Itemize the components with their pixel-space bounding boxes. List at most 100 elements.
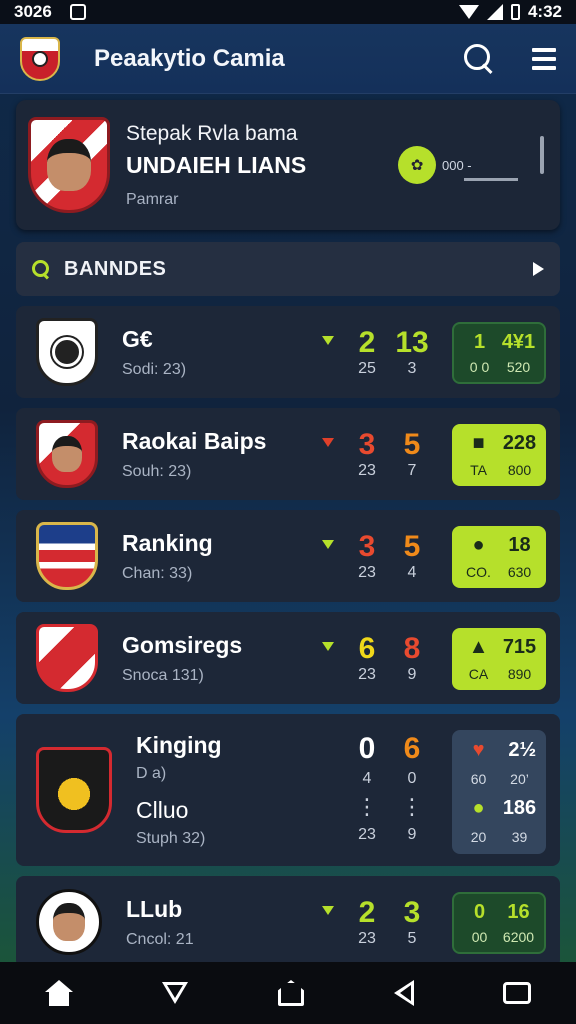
team-subtitle: Snoca 131): [122, 666, 204, 684]
score-a: 0: [358, 732, 376, 765]
sub-score-a: 25: [358, 360, 376, 377]
profile-scroll-indicator: [540, 136, 544, 174]
sub-score-a: 23: [358, 666, 376, 683]
banners-label: BANNDES: [64, 257, 167, 280]
mid-score-a: 4: [362, 770, 372, 787]
sub-score-a: 23: [358, 462, 376, 479]
profile-card[interactable]: Stepak Rvla bama UNDAIEH LIANS Pamrar ✿ …: [16, 100, 560, 230]
team-row[interactable]: G€ Sodi: 23) 2 13 25 3 1 4¥1 0 0 520: [16, 306, 560, 398]
stat-value: 0: [473, 900, 486, 923]
chevron-right-icon[interactable]: [533, 262, 544, 276]
stat-label: CO.: [466, 564, 491, 581]
notification-icon: [69, 4, 86, 20]
stat-value: 4¥1: [501, 330, 536, 353]
score-b: 5: [403, 428, 421, 461]
team-name: LLub: [126, 895, 183, 922]
ball-badge-icon[interactable]: ✿: [398, 146, 436, 184]
stat-label: 630: [507, 564, 532, 581]
battery-icon: [510, 4, 520, 20]
team-crest-icon: [36, 624, 98, 692]
profile-badge-text: 000 -: [442, 157, 472, 173]
team-name-secondary: Clluo: [136, 797, 189, 823]
team-row[interactable]: LLub Cncol: 21 2 3 23 5 0 16 00 6200: [16, 876, 560, 968]
stat-label: 800: [507, 462, 532, 479]
score-a: 3: [358, 530, 376, 563]
sub-score-a: 23: [358, 826, 376, 843]
stat-label: 39: [511, 829, 528, 846]
menu-icon[interactable]: [532, 47, 556, 70]
score-a: 2: [358, 896, 376, 929]
stat-icon: ●: [472, 533, 485, 556]
sub-score-b: 9: [407, 826, 417, 843]
sub-score-b: 7: [407, 462, 417, 479]
stat-box[interactable]: ▲ 715 CA 890: [452, 628, 546, 690]
sub-score-b: 9: [407, 666, 417, 683]
stat-label: 20’: [510, 771, 529, 788]
score-a: 2: [358, 326, 376, 359]
app-bar: Peaakytio Camia: [0, 24, 576, 94]
stat-value: 186: [502, 796, 537, 819]
score-b: 13: [395, 326, 429, 359]
team-row[interactable]: Ranking Chan: 33) 3 5 23 4 ● 18 CO. 630: [16, 510, 560, 602]
down-triangle-icon[interactable]: [162, 982, 189, 1004]
app-title: Peaakytio Camia: [94, 44, 285, 72]
status-time: 4:32: [527, 2, 562, 21]
score-a: 3: [358, 428, 376, 461]
stat-box[interactable]: ♥ 2½ 60 20’ ● 186 20 39: [452, 730, 546, 854]
stat-icon: ▲: [468, 635, 489, 658]
team-name: Ranking: [122, 529, 213, 556]
stat-value: 16: [507, 900, 530, 923]
system-nav-bar: [0, 962, 576, 1024]
search-icon: [32, 260, 50, 278]
team-crest-icon: [36, 318, 98, 386]
sub-score-a: 23: [358, 930, 376, 947]
sub-score-a: 23: [358, 564, 376, 581]
main-content: Stepak Rvla bama UNDAIEH LIANS Pamrar ✿ …: [16, 100, 560, 968]
sub-score-b: 5: [407, 930, 417, 947]
team-subtitle: Cncol: 21: [126, 930, 194, 948]
player-face-icon: [47, 139, 91, 191]
club-logo-icon[interactable]: [20, 36, 60, 81]
team-row-expanded[interactable]: Kinging D a) Clluo Stuph 32) 0 6 4 0 ⋮ ⋮…: [16, 714, 560, 866]
stat-label: 00: [471, 929, 488, 946]
profile-team: UNDAIEH LIANS: [126, 151, 307, 178]
trend-down-icon: [322, 438, 334, 447]
search-icon[interactable]: [464, 43, 494, 74]
sub-score-b: 4: [407, 564, 417, 581]
score-a: 6: [358, 632, 376, 665]
stat-value: 715: [502, 635, 537, 658]
stat-label: 6200: [502, 929, 535, 946]
stat-box[interactable]: 1 4¥1 0 0 520: [452, 322, 546, 384]
stat-box[interactable]: ● 18 CO. 630: [452, 526, 546, 588]
team-subtitle: Chan: 33): [122, 564, 193, 582]
home-outline-icon[interactable]: [277, 980, 304, 1006]
profile-role: Pamrar: [126, 190, 179, 208]
stat-value: 2½: [502, 738, 537, 761]
team-row[interactable]: Raokai Baips Souh: 23) 3 5 23 7 ■ 228 TA…: [16, 408, 560, 500]
sub-score-b: 3: [407, 360, 417, 377]
score-b: 5: [403, 530, 421, 563]
trend-down-icon: [322, 540, 334, 549]
banners-section-header[interactable]: BANNDES: [16, 242, 560, 296]
team-name: G€: [122, 325, 153, 352]
stat-label: CA: [468, 666, 489, 683]
team-subtitle: Souh: 23): [122, 462, 192, 480]
stat-box[interactable]: 0 16 00 6200: [452, 892, 546, 954]
team-name: Kinging: [136, 732, 222, 758]
stat-label: 890: [507, 666, 532, 683]
stat-icon: ●: [472, 796, 485, 819]
recent-apps-icon[interactable]: [503, 982, 532, 1004]
stat-label: 20: [470, 829, 487, 846]
team-subtitle: D a): [136, 765, 167, 782]
back-icon[interactable]: [393, 980, 414, 1006]
team-crest-icon: [36, 747, 112, 833]
trend-down-icon: [322, 336, 334, 345]
stat-box[interactable]: ■ 228 TA 800: [452, 424, 546, 486]
stat-label: 520: [506, 359, 531, 376]
status-time-left: 3026: [14, 2, 52, 21]
team-subtitle-secondary: Stuph 32): [136, 830, 206, 847]
home-icon[interactable]: [44, 980, 73, 1006]
team-row[interactable]: Gomsiregs Snoca 131) 6 8 23 9 ▲ 715 CA 8…: [16, 612, 560, 704]
stat-label: 60: [470, 771, 487, 788]
stat-value: 18: [508, 533, 531, 556]
